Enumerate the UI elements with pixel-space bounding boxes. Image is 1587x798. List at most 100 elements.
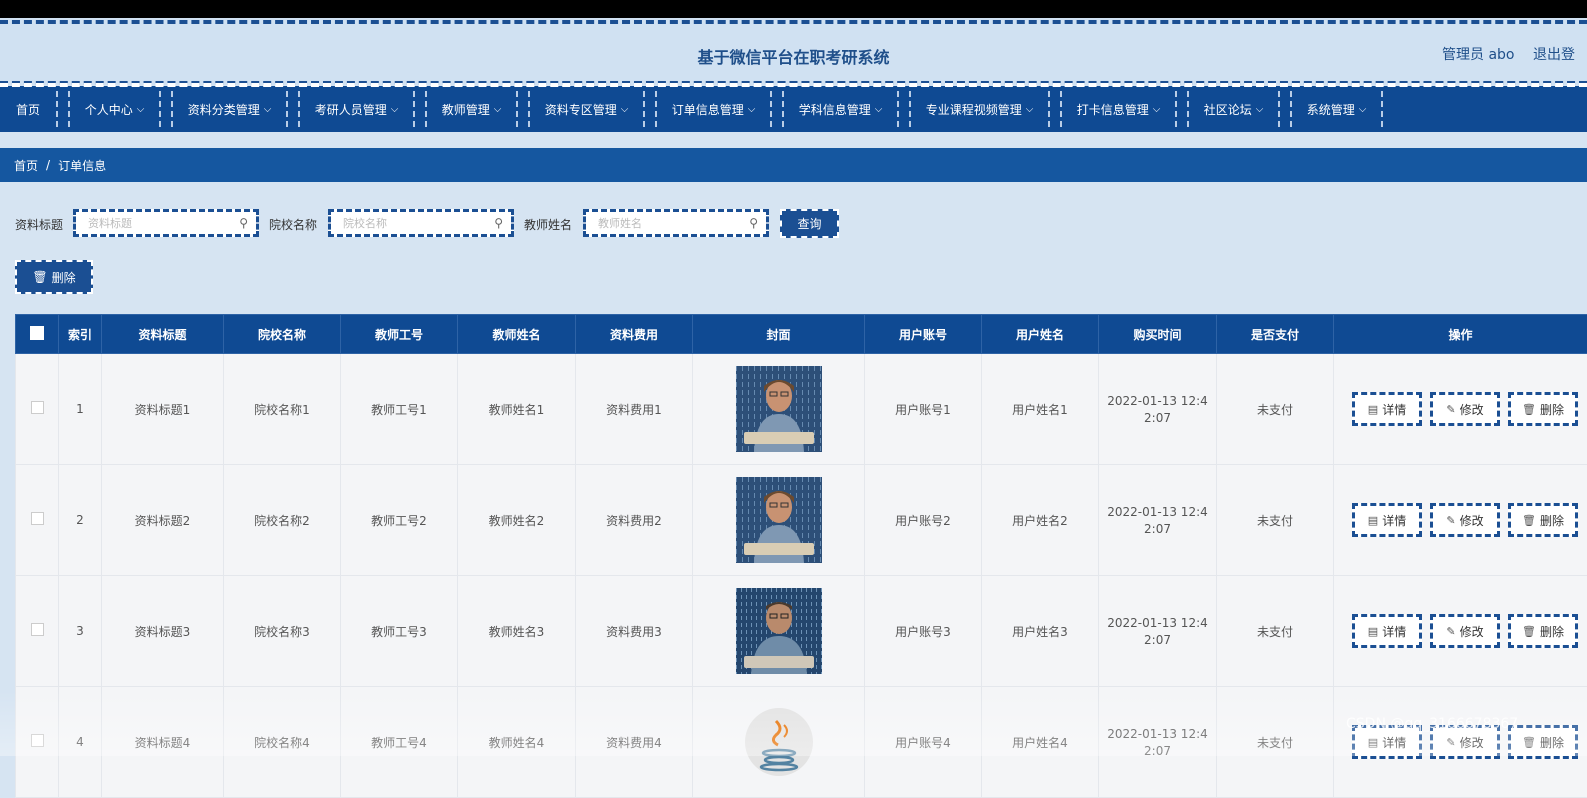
- column-header: 购买时间: [1099, 315, 1217, 354]
- row-select-cell[interactable]: [16, 354, 59, 465]
- nav-label: 专业课程视频管理: [926, 101, 1022, 118]
- cell-teacher-name: 教师姓名3: [458, 576, 576, 687]
- edit-label: 修改: [1460, 623, 1484, 640]
- nav-item-teachers[interactable]: 教师管理⌵: [425, 91, 518, 127]
- breadcrumb-home[interactable]: 首页: [14, 157, 38, 174]
- search-title-input[interactable]: [86, 216, 230, 231]
- watermark: CSDN @qq_3166678367: [1346, 716, 1518, 732]
- nav-item-forum[interactable]: 社区论坛⌵: [1187, 91, 1280, 127]
- search-school-input[interactable]: [341, 216, 485, 231]
- cell-teacher-id: 教师工号4: [341, 687, 458, 798]
- cell-fee: 资料费用2: [576, 465, 693, 576]
- cell-index: 3: [59, 576, 102, 687]
- nav-label: 教师管理: [442, 101, 490, 118]
- cell-time: 2022-01-13 12:42:07: [1099, 465, 1217, 576]
- time-line: 2022-01-13 12:4: [1100, 727, 1215, 741]
- nav-item-home[interactable]: 首页: [0, 91, 58, 127]
- row-select-cell[interactable]: [16, 465, 59, 576]
- search-teacher-field[interactable]: ⚲: [583, 209, 769, 237]
- column-header: 操作: [1334, 315, 1587, 354]
- nav-item-orders[interactable]: 订单信息管理⌵: [655, 91, 772, 127]
- edit-label: 修改: [1460, 401, 1484, 418]
- admin-user: 管理员 abo: [1442, 44, 1514, 64]
- nav-item-checkin[interactable]: 打卡信息管理⌵: [1060, 91, 1177, 127]
- nav-item-materials[interactable]: 资料专区管理⌵: [528, 91, 645, 127]
- cell-paid: 未支付: [1217, 354, 1334, 465]
- search-icon: ⚲: [494, 216, 503, 230]
- header: 基于微信平台在职考研系统 管理员 abo 退出登: [0, 18, 1587, 86]
- search-teacher-input[interactable]: [596, 216, 740, 231]
- nav-item-system[interactable]: 系统管理⌵: [1290, 91, 1383, 127]
- detail-button[interactable]: ▤详情: [1352, 614, 1422, 648]
- table-row: 1 资料标题1 院校名称1 教师工号1 教师姓名1 资料费用1: [16, 354, 1587, 465]
- edit-button[interactable]: ✎修改: [1430, 503, 1500, 537]
- document-icon: ▤: [1368, 403, 1378, 416]
- nav-label: 资料分类管理: [188, 101, 260, 118]
- cell-user-name: 用户姓名2: [982, 465, 1099, 576]
- row-checkbox[interactable]: [31, 401, 44, 414]
- nav-label: 个人中心: [85, 101, 133, 118]
- search-label-teacher: 教师姓名: [524, 216, 572, 233]
- cell-fee: 资料费用3: [576, 576, 693, 687]
- detail-button[interactable]: ▤详情: [1352, 392, 1422, 426]
- person-at-keyboard-image: [736, 366, 822, 452]
- row-checkbox[interactable]: [31, 512, 44, 525]
- column-header: 资料标题: [102, 315, 224, 354]
- logout-link[interactable]: 退出登: [1533, 44, 1575, 64]
- detail-label: 详情: [1382, 512, 1406, 529]
- time-line: 2:07: [1100, 744, 1215, 758]
- delete-button[interactable]: 🗑删除: [1508, 725, 1578, 759]
- cell-account: 用户账号3: [865, 576, 982, 687]
- delete-label: 删除: [1540, 512, 1564, 529]
- cell-title: 资料标题4: [102, 687, 224, 798]
- column-header: 封面: [693, 315, 865, 354]
- cell-cover: [693, 465, 865, 576]
- row-checkbox[interactable]: [31, 623, 44, 636]
- cell-actions: ▤详情 ✎ 修改 🗑删除: [1334, 576, 1587, 687]
- search-label-school: 院校名称: [269, 216, 317, 233]
- row-checkbox[interactable]: [31, 734, 44, 747]
- search-title-field[interactable]: ⚲: [73, 209, 259, 237]
- chevron-down-icon: ⌵: [1026, 104, 1034, 115]
- chevron-down-icon: ⌵: [137, 104, 145, 115]
- cell-teacher-name: 教师姓名4: [458, 687, 576, 798]
- cell-fee: 资料费用4: [576, 687, 693, 798]
- breadcrumb-current: 订单信息: [58, 157, 106, 174]
- delete-button[interactable]: 🗑删除: [1508, 614, 1578, 648]
- chevron-down-icon: ⌵: [264, 104, 272, 115]
- time-line: 2:07: [1100, 522, 1215, 536]
- time-line: 2:07: [1100, 633, 1215, 647]
- edit-button[interactable]: ✎ 修改: [1430, 614, 1500, 648]
- select-all-cell[interactable]: [16, 315, 59, 354]
- edit-button[interactable]: ✎修改: [1430, 392, 1500, 426]
- breadcrumb: 首页 / 订单信息: [0, 148, 1587, 182]
- chevron-down-icon: ⌵: [748, 104, 756, 115]
- nav-item-personal-center[interactable]: 个人中心 ⌵: [68, 91, 161, 127]
- cell-user-name: 用户姓名3: [982, 576, 1099, 687]
- pencil-icon: ✎: [1446, 625, 1455, 638]
- nav-item-subjects[interactable]: 学科信息管理⌵: [782, 91, 899, 127]
- cell-account: 用户账号2: [865, 465, 982, 576]
- cell-teacher-name: 教师姓名2: [458, 465, 576, 576]
- select-all-checkbox[interactable]: [30, 326, 44, 340]
- nav-item-category[interactable]: 资料分类管理 ⌵: [171, 91, 288, 127]
- detail-button[interactable]: ▤详情: [1352, 503, 1422, 537]
- query-button[interactable]: 查询: [780, 209, 839, 238]
- cell-title: 资料标题1: [102, 354, 224, 465]
- nav-item-candidates[interactable]: 考研人员管理⌵: [298, 91, 415, 127]
- cell-title: 资料标题3: [102, 576, 224, 687]
- cell-account: 用户账号1: [865, 354, 982, 465]
- pencil-icon: ✎: [1446, 514, 1455, 527]
- row-select-cell[interactable]: [16, 687, 59, 798]
- search-school-field[interactable]: ⚲: [328, 209, 514, 237]
- delete-button[interactable]: 🗑删除: [1508, 503, 1578, 537]
- row-select-cell[interactable]: [16, 576, 59, 687]
- nav-label: 考研人员管理: [315, 101, 387, 118]
- cell-paid: 未支付: [1217, 687, 1334, 798]
- column-header: 院校名称: [224, 315, 341, 354]
- cell-index: 1: [59, 354, 102, 465]
- nav-item-course-videos[interactable]: 专业课程视频管理 ⌵: [909, 91, 1050, 127]
- delete-button[interactable]: 🗑删除: [1508, 392, 1578, 426]
- batch-delete-button[interactable]: 🗑 删除: [15, 260, 93, 294]
- column-header: 用户姓名: [982, 315, 1099, 354]
